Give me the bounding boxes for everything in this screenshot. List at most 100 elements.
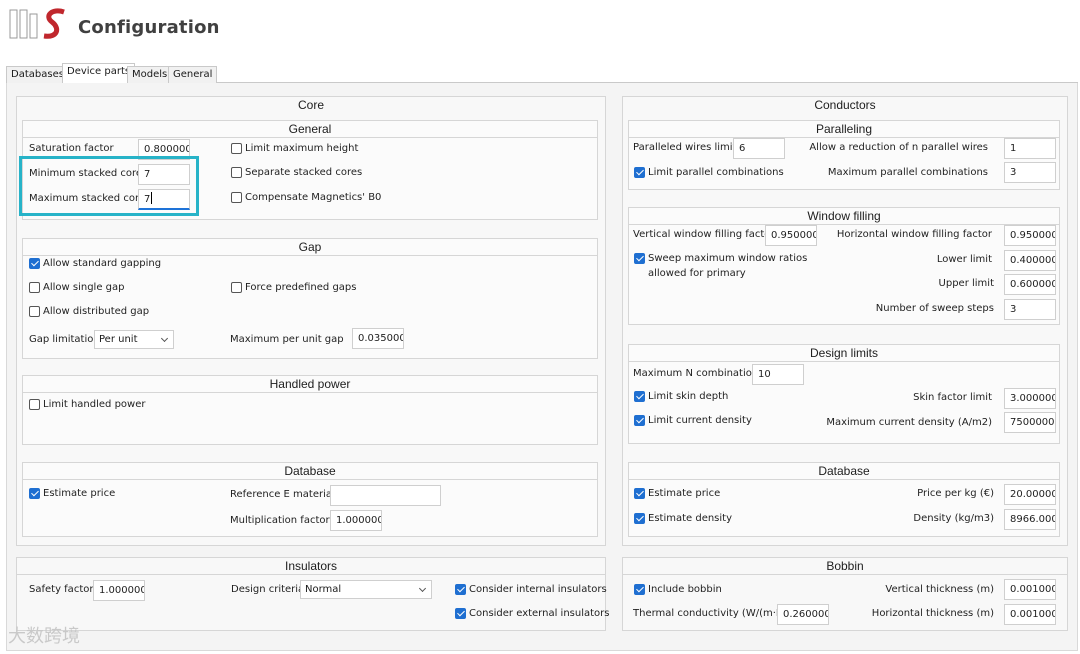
consider-internal-insulators-checkbox[interactable]: Consider internal insulators bbox=[455, 584, 607, 595]
allow-standard-gapping-checkbox[interactable]: Allow standard gapping bbox=[29, 258, 161, 269]
tab-models[interactable]: Models bbox=[127, 66, 173, 83]
lower-limit-field[interactable]: 0.400000 bbox=[1004, 250, 1056, 271]
watermark: 大数跨境 bbox=[8, 626, 80, 647]
checkbox-icon bbox=[29, 306, 40, 317]
bobbin-title: Bobbin bbox=[826, 559, 864, 573]
limit-handled-power-checkbox[interactable]: Limit handled power bbox=[29, 399, 146, 410]
sweep-steps-label: Number of sweep steps bbox=[875, 303, 994, 314]
allow-single-gap-checkbox[interactable]: Allow single gap bbox=[29, 282, 124, 293]
density-label: Density (kg/m3) bbox=[913, 513, 994, 524]
core-general-title: General bbox=[288, 122, 332, 136]
skin-factor-field[interactable]: 3.000000 bbox=[1004, 388, 1056, 409]
conductors-database-title: Database bbox=[818, 464, 870, 478]
tab-device-parts[interactable]: Device parts bbox=[62, 63, 136, 84]
density-field[interactable]: 8966.0000 bbox=[1004, 509, 1056, 530]
vertical-thickness-label: Vertical thickness (m) bbox=[885, 584, 994, 595]
horizontal-thickness-field[interactable]: 0.001000 bbox=[1004, 604, 1056, 625]
allow-distributed-gap-checkbox[interactable]: Allow distributed gap bbox=[29, 306, 149, 317]
conductors-title: Conductors bbox=[814, 98, 876, 112]
limit-height-checkbox[interactable]: Limit maximum height bbox=[231, 143, 358, 154]
max-n-combinations-label: Maximum N combinations bbox=[633, 368, 764, 379]
max-unit-gap-label: Maximum per unit gap bbox=[230, 334, 344, 345]
gap-limitation-label: Gap limitation bbox=[29, 334, 100, 345]
max-current-density-field[interactable]: 7500000.0 bbox=[1004, 412, 1056, 433]
saturation-label: Saturation factor bbox=[29, 143, 114, 154]
limit-current-density-checkbox[interactable]: Limit current density bbox=[634, 415, 752, 426]
compensate-b0-checkbox[interactable]: Compensate Magnetics' B0 bbox=[231, 192, 381, 203]
safety-factor-label: Safety factor bbox=[29, 584, 94, 595]
reduction-label: Allow a reduction of n parallel wires bbox=[809, 142, 988, 153]
vertical-filling-field[interactable]: 0.950000 bbox=[765, 225, 817, 246]
vertical-thickness-field[interactable]: 0.001000 bbox=[1004, 579, 1056, 600]
thermal-conductivity-field[interactable]: 0.260000 bbox=[777, 604, 829, 625]
upper-limit-field[interactable]: 0.600000 bbox=[1004, 274, 1056, 295]
thermal-conductivity-label: Thermal conductivity (W/(m·K)) bbox=[633, 608, 791, 619]
design-criteria-label: Design criteria bbox=[231, 584, 305, 595]
design-criteria-select[interactable]: Normal bbox=[300, 580, 432, 599]
paralleling-title: Paralleling bbox=[815, 122, 873, 136]
limit-parallel-checkbox[interactable]: Limit parallel combinations bbox=[634, 167, 784, 178]
skin-factor-label: Skin factor limit bbox=[913, 392, 992, 403]
conductors-database-group: Database bbox=[628, 462, 1060, 537]
limit-skin-depth-checkbox[interactable]: Limit skin depth bbox=[634, 391, 728, 402]
checkbox-icon bbox=[29, 282, 40, 293]
multiplication-factor-label: Multiplication factor bbox=[230, 515, 330, 526]
checkbox-checked-icon bbox=[634, 488, 645, 499]
tab-general[interactable]: General bbox=[168, 66, 218, 83]
max-current-density-label: Maximum current density (A/m2) bbox=[826, 417, 992, 428]
vertical-filling-label: Vertical window filling factor bbox=[633, 229, 775, 240]
gap-limitation-select[interactable]: Per unit bbox=[94, 330, 174, 349]
chevron-down-icon bbox=[418, 584, 427, 593]
estimate-density-checkbox[interactable]: Estimate density bbox=[634, 513, 732, 524]
force-predefined-gaps-checkbox[interactable]: Force predefined gaps bbox=[231, 282, 356, 293]
tab-databases[interactable]: Databases bbox=[6, 66, 69, 83]
checkbox-icon bbox=[231, 167, 242, 178]
checkbox-checked-icon bbox=[455, 584, 466, 595]
safety-factor-field[interactable]: 1.000000 bbox=[93, 580, 145, 601]
conductors-estimate-price-checkbox[interactable]: Estimate price bbox=[634, 488, 720, 499]
checkbox-icon bbox=[231, 282, 242, 293]
core-estimate-price-checkbox[interactable]: Estimate price bbox=[29, 488, 115, 499]
consider-external-insulators-checkbox[interactable]: Consider external insulators bbox=[455, 608, 609, 619]
checkbox-checked-icon bbox=[634, 253, 645, 264]
chevron-down-icon bbox=[160, 334, 169, 343]
checkbox-checked-icon bbox=[634, 513, 645, 524]
app-logo bbox=[8, 6, 72, 42]
checkbox-checked-icon bbox=[634, 391, 645, 402]
separate-stacked-checkbox[interactable]: Separate stacked cores bbox=[231, 167, 362, 178]
insulators-title: Insulators bbox=[284, 559, 338, 573]
price-per-kg-field[interactable]: 20.000000 bbox=[1004, 484, 1056, 505]
max-unit-gap-field[interactable]: 0.035000 bbox=[352, 328, 404, 349]
reference-material-label: Reference E material bbox=[230, 489, 335, 500]
paralleled-wires-field[interactable]: 6 bbox=[733, 138, 785, 159]
max-parallel-field[interactable]: 3 bbox=[1004, 162, 1056, 183]
checkbox-checked-icon bbox=[29, 488, 40, 499]
checkbox-checked-icon bbox=[29, 258, 40, 269]
max-parallel-label: Maximum parallel combinations bbox=[827, 167, 988, 178]
gap-title: Gap bbox=[298, 240, 322, 254]
lower-limit-label: Lower limit bbox=[936, 254, 992, 265]
horizontal-filling-field[interactable]: 0.950000 bbox=[1004, 225, 1056, 246]
sweep-ratios-checkbox[interactable]: Sweep maximum window ratios allowed for p… bbox=[634, 253, 807, 281]
checkbox-checked-icon bbox=[455, 608, 466, 619]
paralleling-group: Paralleling bbox=[628, 120, 1060, 190]
tab-bar: Databases Device parts Models General bbox=[6, 63, 1078, 84]
include-bobbin-checkbox[interactable]: Include bobbin bbox=[634, 584, 722, 595]
handled-power-group: Handled power bbox=[22, 375, 598, 445]
checkbox-checked-icon bbox=[634, 584, 645, 595]
upper-limit-label: Upper limit bbox=[938, 278, 994, 289]
checkbox-checked-icon bbox=[634, 167, 645, 178]
design-limits-title: Design limits bbox=[809, 346, 878, 360]
reduction-field[interactable]: 1 bbox=[1004, 138, 1056, 159]
max-n-combinations-field[interactable]: 10 bbox=[752, 364, 804, 385]
handled-power-title: Handled power bbox=[269, 377, 351, 391]
sweep-steps-field[interactable]: 3 bbox=[1004, 299, 1056, 320]
core-database-title: Database bbox=[284, 464, 336, 478]
price-per-kg-label: Price per kg (€) bbox=[917, 488, 994, 499]
paralleled-wires-label: Paralleled wires limit bbox=[633, 142, 737, 153]
reference-material-field[interactable] bbox=[330, 485, 441, 506]
multiplication-factor-field[interactable]: 1.000000 bbox=[330, 510, 382, 531]
checkbox-checked-icon bbox=[634, 415, 645, 426]
horizontal-thickness-label: Horizontal thickness (m) bbox=[871, 608, 994, 619]
checkbox-icon bbox=[231, 143, 242, 154]
